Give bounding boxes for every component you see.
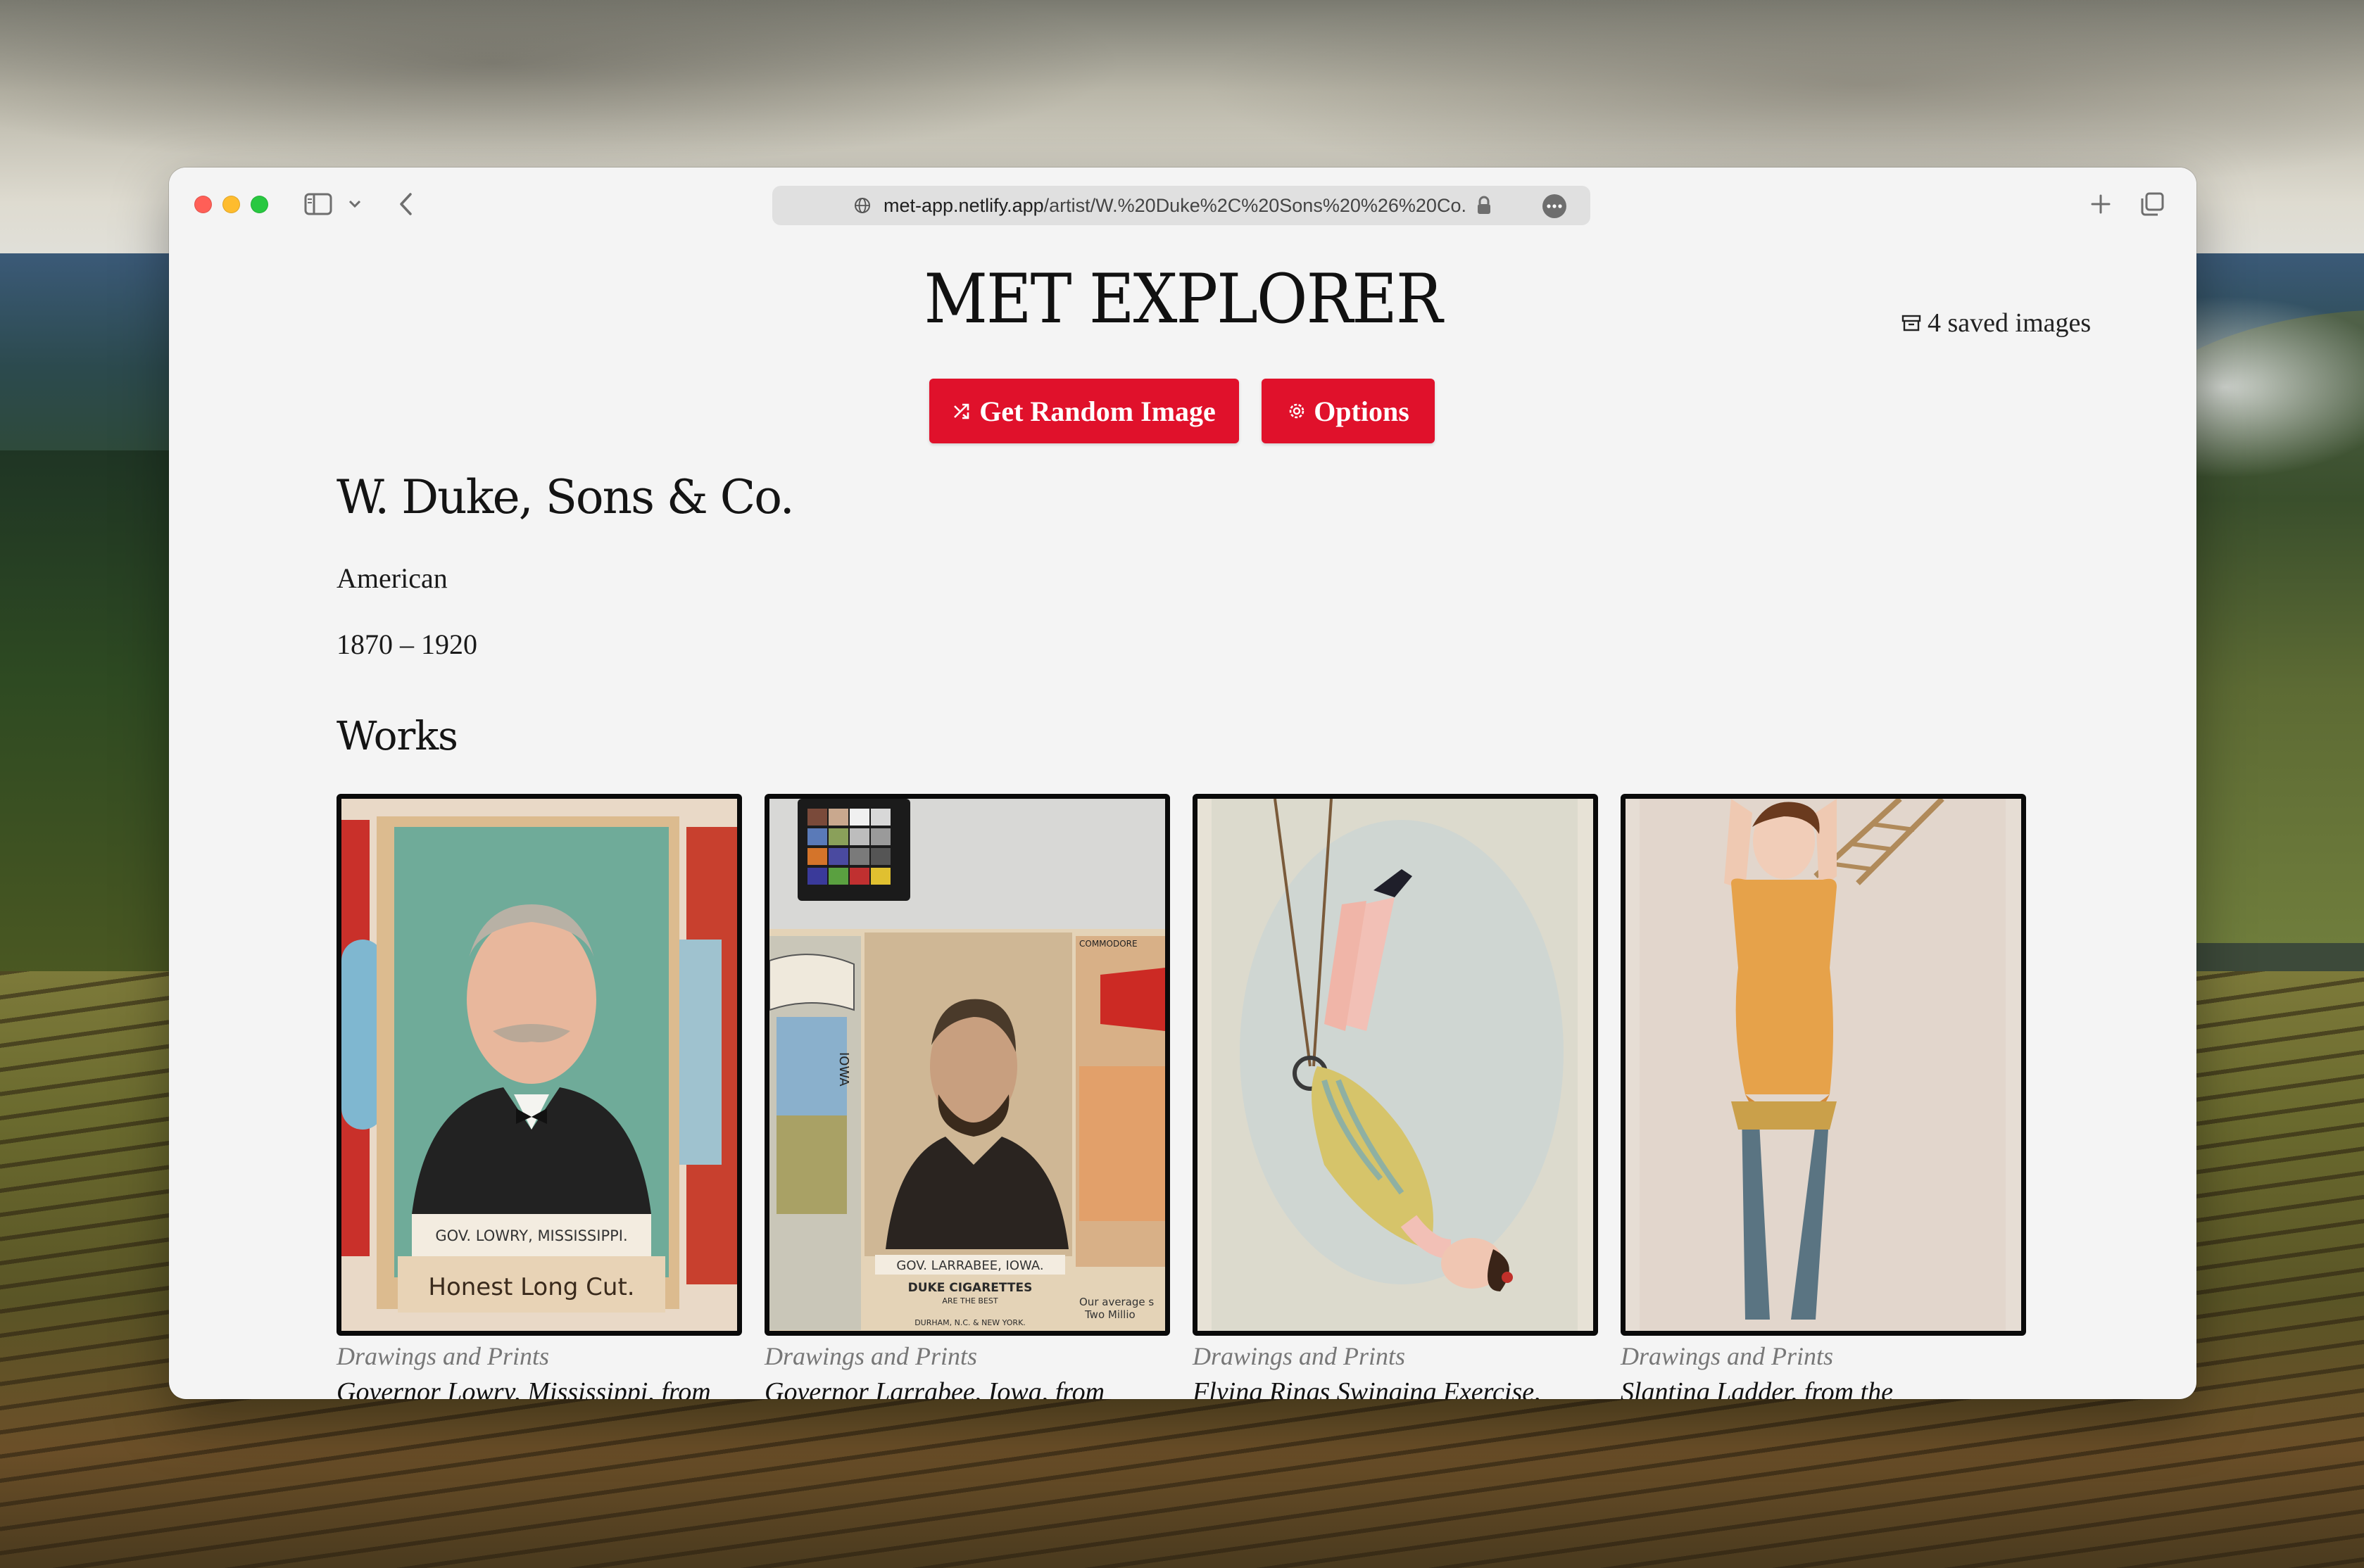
card-text-average: Our average s (1079, 1296, 1154, 1308)
address-bar[interactable]: met-app.netlify.app/artist/W.%20Duke%2C%… (772, 186, 1590, 225)
minimize-window-button[interactable] (222, 196, 240, 213)
sidebar-toggle-icon[interactable] (303, 190, 334, 218)
work-department: Drawings and Prints (337, 1342, 550, 1370)
card-text-lowry-brand: Honest Long Cut. (428, 1273, 634, 1301)
options-button[interactable]: Options (1262, 379, 1435, 443)
site-title[interactable]: MET EXPLORER (250, 260, 2115, 338)
tab-overview-icon[interactable] (2136, 187, 2168, 221)
lock-icon (1478, 196, 1490, 214)
work-card[interactable]: Drawings and Prints Flying Rings Swingin… (1193, 794, 1598, 1399)
card-text-durham: DURHAM, N.C. & NEW YORK. (914, 1318, 1026, 1327)
work-title[interactable]: Flying Rings Swinging Exercise, (1193, 1377, 1598, 1399)
work-image-slanting-ladder[interactable] (1621, 794, 2026, 1336)
work-image-governor-larrabee[interactable]: IOWA GOV. LARRABEE, IOWA. DUKE CIGARETTE… (765, 794, 1170, 1336)
chevron-down-icon[interactable] (346, 196, 363, 213)
work-department: Drawings and Prints (1193, 1342, 1406, 1370)
work-department: Drawings and Prints (765, 1342, 978, 1370)
get-random-image-label: Get Random Image (979, 395, 1216, 427)
url-text: met-app.netlify.app/artist/W.%20Duke%2C%… (884, 195, 1466, 216)
zoom-window-button[interactable] (251, 196, 268, 213)
plus-icon[interactable] (2085, 187, 2116, 221)
artist-name: W. Duke, Sons & Co. (337, 470, 795, 524)
get-random-image-button[interactable]: Get Random Image (929, 379, 1239, 443)
shuffle-icon (954, 403, 969, 419)
work-card[interactable]: Drawings and Prints Slanting Ladder, fro… (1621, 794, 2026, 1399)
card-text-lowry-name: GOV. LOWRY, MISSISSIPPI. (435, 1227, 627, 1244)
work-card[interactable]: GOV. LOWRY, MISSISSIPPI. Honest Long Cut… (337, 794, 742, 1399)
browser-window: met-app.netlify.app/artist/W.%20Duke%2C%… (169, 167, 2196, 1399)
page-content: MET EXPLORER 4 saved images Get Random I… (169, 241, 2196, 1399)
work-image-flying-rings[interactable] (1193, 794, 1598, 1336)
work-department: Drawings and Prints (1621, 1342, 1834, 1370)
card-text-million: Two Millio (1084, 1308, 1136, 1321)
card-text-duke: DUKE CIGARETTES (908, 1281, 1033, 1295)
card-text-larrabee-name: GOV. LARRABEE, IOWA. (896, 1258, 1043, 1273)
artist-nationality: American (337, 562, 448, 594)
options-label: Options (1314, 395, 1409, 427)
work-card[interactable]: IOWA GOV. LARRABEE, IOWA. DUKE CIGARETTE… (765, 794, 1170, 1399)
work-title[interactable]: Slanting Ladder, from the (1621, 1377, 2026, 1399)
saved-images-label: 4 saved images (1928, 308, 2092, 338)
work-title[interactable]: Governor Larrabee, Iowa, from (765, 1377, 1170, 1399)
archive-box-icon (1901, 315, 1921, 331)
browser-toolbar: met-app.netlify.app/artist/W.%20Duke%2C%… (169, 167, 2196, 241)
works-heading: Works (337, 714, 458, 759)
work-title[interactable]: Governor Lowry, Mississippi, from (337, 1377, 742, 1399)
globe-icon (855, 198, 870, 213)
close-window-button[interactable] (194, 196, 212, 213)
work-image-governor-lowry[interactable]: GOV. LOWRY, MISSISSIPPI. Honest Long Cut… (337, 794, 742, 1336)
saved-images-link[interactable]: 4 saved images (1901, 305, 2091, 341)
back-icon[interactable] (391, 189, 420, 220)
more-options-icon[interactable] (1542, 194, 1566, 218)
card-text-iowa: IOWA (836, 1052, 851, 1087)
card-text-best: ARE THE BEST (942, 1296, 998, 1305)
card-text-commodore: COMMODORE (1079, 939, 1138, 949)
artist-dates: 1870 – 1920 (337, 628, 477, 660)
gear-icon (1289, 403, 1304, 419)
